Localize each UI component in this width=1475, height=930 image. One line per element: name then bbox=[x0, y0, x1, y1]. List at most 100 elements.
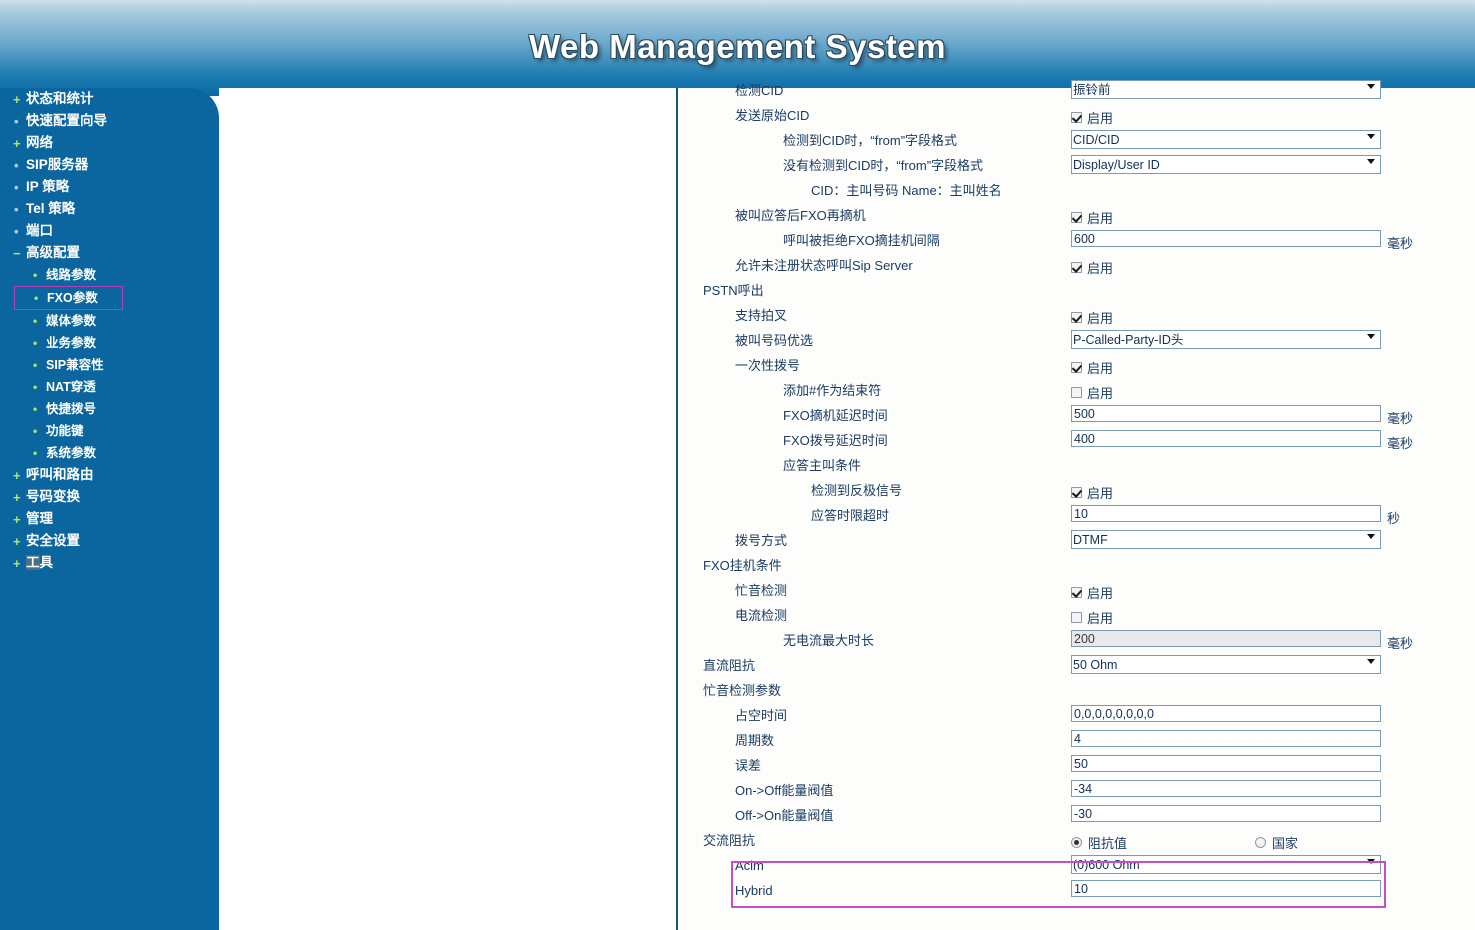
expand-icon[interactable]: + bbox=[13, 137, 21, 150]
collapse-icon[interactable]: − bbox=[13, 247, 21, 260]
sidebar-item-1[interactable]: • 快速配置向导 bbox=[0, 110, 219, 132]
sidebar-item-label: 端口 bbox=[26, 223, 53, 238]
fxo-offhook-delay-input[interactable] bbox=[1071, 405, 1381, 423]
sidebar-item-17[interactable]: + 呼叫和路由 bbox=[0, 464, 219, 486]
form-row-fxo-dial-delay: FXO拨号延迟时间 毫秒 bbox=[683, 430, 1475, 455]
support-flash-checkbox[interactable] bbox=[1071, 312, 1082, 323]
bullet-icon[interactable]: • bbox=[14, 159, 19, 172]
ac-impedance-radio-option-1[interactable]: 国家 bbox=[1255, 834, 1298, 851]
sidebar-item-16[interactable]: • 系统参数 bbox=[0, 442, 219, 464]
sidebar-item-7[interactable]: − 高级配置 bbox=[0, 242, 219, 264]
sidebar-item-12[interactable]: • SIP兼容性 bbox=[0, 354, 219, 376]
pstn-out-group-label: PSTN呼出 bbox=[703, 283, 764, 298]
allow-unregistered-call-checkbox[interactable] bbox=[1071, 262, 1082, 273]
from-format-no-cid-select[interactable]: Display/User ID bbox=[1071, 155, 1381, 174]
no-current-max-duration-label: 无电流最大时长 bbox=[783, 633, 875, 648]
expand-icon[interactable]: + bbox=[13, 491, 21, 504]
ac-impedance-radio-1[interactable] bbox=[1255, 837, 1267, 848]
sidebar-item-21[interactable]: + 工具 bbox=[0, 552, 219, 574]
sidebar-item-label: 线路参数 bbox=[46, 268, 97, 282]
form-row-cid-name-note: CID：主叫号码 Name：主叫姓名 bbox=[683, 180, 1475, 205]
add-hash-terminator-checkbox[interactable] bbox=[1071, 387, 1082, 398]
one-stage-dial-checkbox[interactable] bbox=[1071, 362, 1082, 373]
sidebar-item-2[interactable]: + 网络 bbox=[0, 132, 219, 154]
sidebar-item-4[interactable]: • IP 策略 bbox=[0, 176, 219, 198]
cycle-count-input[interactable] bbox=[1071, 730, 1381, 748]
sidebar-item-19[interactable]: + 管理 bbox=[0, 508, 219, 530]
form-row-called-number-preference: 被叫号码优选 P-Called-Party-ID头 bbox=[683, 330, 1475, 355]
bullet-icon[interactable]: • bbox=[14, 115, 19, 128]
sidebar-item-9[interactable]: • FXO参数 bbox=[14, 286, 123, 310]
dial-mode-select[interactable]: DTMF bbox=[1071, 530, 1381, 549]
current-detect-checkbox[interactable] bbox=[1071, 612, 1082, 623]
rejected-onoff-interval-input[interactable] bbox=[1071, 230, 1381, 248]
called-number-preference-label: 被叫号码优选 bbox=[735, 333, 814, 348]
form-row-off-on-threshold: Off->On能量阀值 bbox=[683, 805, 1475, 830]
form-row-support-flash: 支持拍叉 启用 bbox=[683, 305, 1475, 330]
bullet-icon[interactable]: • bbox=[14, 225, 19, 238]
fxo-offhook-after-answer-label: 被叫应答后FXO再摘机 bbox=[735, 208, 866, 223]
form-row-pstn-out-group: PSTN呼出 bbox=[683, 280, 1475, 305]
off-on-threshold-input[interactable] bbox=[1071, 805, 1381, 823]
sidebar-item-11[interactable]: • 业务参数 bbox=[0, 332, 219, 354]
sidebar-item-label: SIP兼容性 bbox=[46, 358, 104, 372]
no-current-max-duration-input bbox=[1071, 630, 1381, 648]
fxo-offhook-after-answer-checkbox-label: 启用 bbox=[1087, 211, 1114, 226]
bullet-icon: • bbox=[33, 380, 38, 394]
send-original-cid-checkbox[interactable] bbox=[1071, 112, 1082, 123]
on-off-threshold-label: On->Off能量阀值 bbox=[735, 783, 834, 798]
form-row-answer-timeout: 应答时限超时 秒 bbox=[683, 505, 1475, 530]
expand-icon[interactable]: + bbox=[13, 535, 21, 548]
bullet-icon[interactable]: • bbox=[14, 203, 19, 216]
fxo-dial-delay-input[interactable] bbox=[1071, 430, 1381, 448]
ac-impedance-radio-option-0[interactable]: 阻抗值 bbox=[1071, 834, 1127, 851]
detect-cid-select[interactable]: 振铃前 bbox=[1071, 80, 1381, 99]
sidebar-item-15[interactable]: • 功能键 bbox=[0, 420, 219, 442]
bullet-icon: • bbox=[33, 358, 38, 372]
called-number-preference-select[interactable]: P-Called-Party-ID头 bbox=[1071, 330, 1381, 349]
detect-cid-label: 检测CID bbox=[735, 83, 784, 98]
sidebar-item-3[interactable]: • SIP服务器 bbox=[0, 154, 219, 176]
fxo-hangup-group-label: FXO挂机条件 bbox=[703, 558, 782, 573]
sidebar-item-label: 高级配置 bbox=[26, 245, 80, 260]
expand-icon[interactable]: + bbox=[13, 469, 21, 482]
expand-icon[interactable]: + bbox=[13, 557, 21, 570]
support-flash-checkbox-label: 启用 bbox=[1087, 311, 1114, 326]
expand-icon[interactable]: + bbox=[13, 93, 21, 106]
sidebar-item-0[interactable]: + 状态和统计 bbox=[0, 88, 219, 110]
duty-time-input[interactable] bbox=[1071, 705, 1381, 723]
busy-tone-detect-checkbox[interactable] bbox=[1071, 587, 1082, 598]
form-row-current-detect: 电流检测 启用 bbox=[683, 605, 1475, 630]
bullet-icon: • bbox=[33, 446, 38, 460]
form-row-ac-impedance: 交流阻抗 阻抗值 国家 bbox=[683, 830, 1475, 855]
sidebar-item-14[interactable]: • 快捷拨号 bbox=[0, 398, 219, 420]
sidebar-item-18[interactable]: + 号码变换 bbox=[0, 486, 219, 508]
hybrid-input[interactable] bbox=[1071, 880, 1381, 898]
answer-timeout-input[interactable] bbox=[1071, 505, 1381, 523]
form-row-from-format-with-cid: 检测到CID时，“from”字段格式 CID/CID bbox=[683, 130, 1475, 155]
dc-impedance-select[interactable]: 50 Ohm bbox=[1071, 655, 1381, 674]
ac-impedance-radio-0[interactable] bbox=[1071, 837, 1082, 848]
sidebar-item-6[interactable]: • 端口 bbox=[0, 220, 219, 242]
tolerance-input[interactable] bbox=[1071, 755, 1381, 773]
sidebar-item-label: NAT穿透 bbox=[46, 380, 96, 394]
bullet-icon: • bbox=[33, 402, 38, 416]
sidebar-item-8[interactable]: • 线路参数 bbox=[0, 264, 219, 286]
duty-time-label: 占空时间 bbox=[735, 708, 788, 723]
sidebar-item-10[interactable]: • 媒体参数 bbox=[0, 310, 219, 332]
sidebar-item-20[interactable]: + 安全设置 bbox=[0, 530, 219, 552]
sidebar-item-13[interactable]: • NAT穿透 bbox=[0, 376, 219, 398]
form-row-detect-polarity-reversal: 检测到反极信号 启用 bbox=[683, 480, 1475, 505]
ac-impedance-radio-label-1: 国家 bbox=[1272, 836, 1299, 851]
acim-select[interactable]: (0)600 Ohm bbox=[1071, 855, 1381, 874]
bullet-icon[interactable]: • bbox=[14, 181, 19, 194]
fxo-offhook-after-answer-checkbox[interactable] bbox=[1071, 212, 1082, 223]
on-off-threshold-input[interactable] bbox=[1071, 780, 1381, 798]
from-format-with-cid-select[interactable]: CID/CID bbox=[1071, 130, 1381, 149]
cid-name-note-label: CID：主叫号码 Name：主叫姓名 bbox=[811, 183, 1002, 198]
sidebar-item-5[interactable]: • Tel 策略 bbox=[0, 198, 219, 220]
form-row-cycle-count: 周期数 bbox=[683, 730, 1475, 755]
detect-polarity-reversal-checkbox[interactable] bbox=[1071, 487, 1082, 498]
rejected-onoff-interval-label: 呼叫被拒绝FXO摘挂机间隔 bbox=[783, 233, 940, 248]
expand-icon[interactable]: + bbox=[13, 513, 21, 526]
